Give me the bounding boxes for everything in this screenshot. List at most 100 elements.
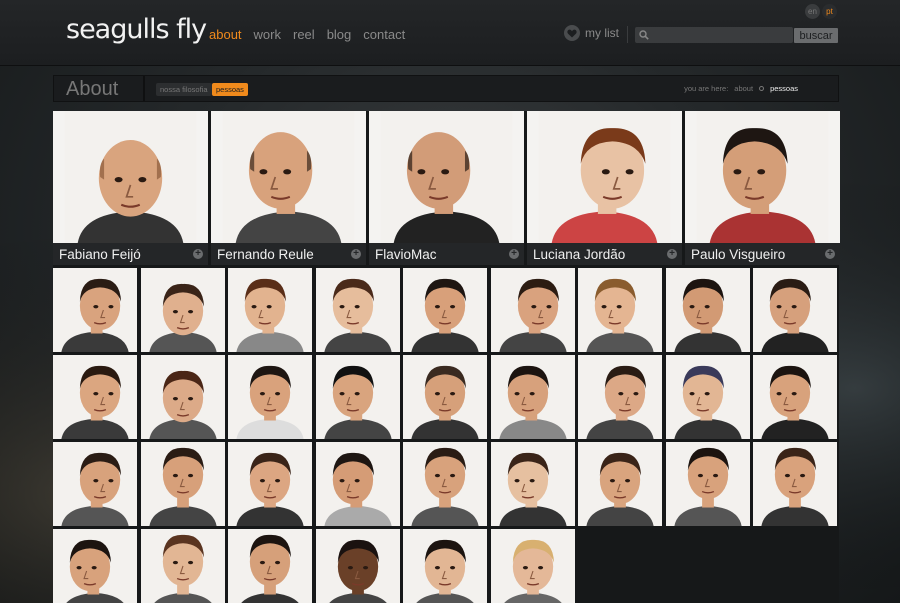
search-input[interactable]: [653, 28, 783, 42]
portrait-photo: [665, 355, 750, 439]
person-thumbnail[interactable]: [228, 355, 312, 439]
person-thumbnail[interactable]: [140, 355, 225, 439]
portrait-photo: [315, 268, 400, 352]
plus-icon[interactable]: +: [509, 249, 519, 259]
subtab-nossa-filosofia[interactable]: nossa filosofia: [156, 83, 212, 96]
featured-person-card[interactable]: Fabiano Feijó +: [53, 111, 208, 265]
person-thumbnail[interactable]: [315, 529, 400, 603]
portrait-photo: [140, 529, 225, 603]
featured-person-card[interactable]: Paulo Visgueiro +: [685, 111, 840, 265]
person-thumbnail[interactable]: [665, 442, 750, 526]
person-thumbnail[interactable]: [403, 355, 487, 439]
search-button[interactable]: buscar: [794, 28, 838, 43]
person-thumbnail[interactable]: [228, 529, 312, 603]
site-header: seagulls fly about work reel blog contac…: [0, 0, 900, 66]
plus-icon[interactable]: +: [351, 249, 361, 259]
person-name: Fabiano Feijó: [59, 246, 141, 262]
person-thumbnail[interactable]: [53, 355, 137, 439]
person-thumbnail[interactable]: [53, 529, 137, 603]
person-thumbnail[interactable]: [578, 355, 662, 439]
featured-person-card[interactable]: FlavioMac +: [369, 111, 524, 265]
portrait-photo: [140, 355, 225, 439]
person-thumbnail[interactable]: [228, 268, 312, 352]
featured-person-photo: [527, 111, 682, 243]
person-thumbnail[interactable]: [140, 268, 225, 352]
portrait-photo: [228, 268, 312, 352]
portrait-photo: [753, 355, 837, 439]
portrait-photo: [490, 529, 575, 603]
nav-item-contact[interactable]: contact: [363, 27, 405, 42]
my-list-link[interactable]: my list: [564, 25, 619, 41]
main-nav: about work reel blog contact: [209, 27, 405, 42]
person-thumbnail[interactable]: [315, 268, 400, 352]
person-thumbnail[interactable]: [140, 529, 225, 603]
featured-person-photo: [685, 111, 840, 243]
person-thumbnail[interactable]: [403, 442, 487, 526]
portrait-photo: [53, 355, 137, 439]
nav-item-work[interactable]: work: [254, 27, 281, 42]
person-thumbnail[interactable]: [490, 268, 575, 352]
portrait-photo: [315, 529, 400, 603]
person-thumbnail[interactable]: [140, 442, 225, 526]
person-name: Fernando Reule: [217, 246, 314, 262]
portrait-photo: [53, 268, 137, 352]
featured-person-photo: [369, 111, 524, 243]
site-logo[interactable]: seagulls fly: [66, 14, 207, 45]
person-thumbnail[interactable]: [490, 355, 575, 439]
nav-item-about[interactable]: about: [209, 27, 242, 42]
search-box: [635, 27, 793, 43]
person-thumbnail[interactable]: [753, 268, 837, 352]
featured-person-card[interactable]: Fernando Reule +: [211, 111, 366, 265]
portrait-photo: [490, 355, 575, 439]
person-thumbnail[interactable]: [578, 442, 662, 526]
portrait-photo: [228, 442, 312, 526]
person-thumbnail[interactable]: [403, 268, 487, 352]
people-grid: Fabiano Feijó + Fernando Reule + FlavioMac + L…: [53, 111, 840, 603]
person-thumbnail[interactable]: [315, 355, 400, 439]
portrait-photo: [696, 111, 829, 243]
person-name: Luciana Jordão: [533, 246, 626, 262]
person-name: FlavioMac: [375, 246, 437, 262]
person-thumbnail[interactable]: [753, 442, 837, 526]
portrait-photo: [578, 268, 662, 352]
language-en-button[interactable]: en: [805, 4, 820, 19]
featured-person-caption: Luciana Jordão +: [527, 243, 682, 265]
breadcrumb: you are here: about pessoas: [684, 84, 798, 93]
person-name: Paulo Visgueiro: [691, 246, 786, 262]
featured-person-caption: Fernando Reule +: [211, 243, 366, 265]
person-thumbnail[interactable]: [315, 442, 400, 526]
portrait-photo: [403, 268, 487, 352]
portrait-photo: [140, 442, 225, 526]
person-thumbnail[interactable]: [753, 355, 837, 439]
portrait-photo: [403, 529, 487, 603]
portrait-photo: [140, 268, 225, 352]
portrait-photo: [315, 355, 400, 439]
portrait-photo: [665, 442, 750, 526]
language-pt-button[interactable]: pt: [822, 4, 837, 19]
person-thumbnail[interactable]: [665, 355, 750, 439]
person-thumbnail[interactable]: [665, 268, 750, 352]
featured-person-card[interactable]: Luciana Jordão +: [527, 111, 682, 265]
featured-person-caption: Paulo Visgueiro +: [685, 243, 840, 265]
nav-item-blog[interactable]: blog: [327, 27, 352, 42]
header-divider: [627, 26, 628, 43]
section-header: About nossa filosofia pessoas you are he…: [53, 75, 839, 102]
person-thumbnail[interactable]: [578, 268, 662, 352]
person-thumbnail[interactable]: [403, 529, 487, 603]
person-thumbnail[interactable]: [53, 268, 137, 352]
plus-icon[interactable]: +: [825, 249, 835, 259]
person-thumbnail[interactable]: [228, 442, 312, 526]
portrait-photo: [753, 442, 837, 526]
nav-item-reel[interactable]: reel: [293, 27, 315, 42]
person-thumbnail[interactable]: [53, 442, 137, 526]
portrait-photo: [228, 355, 312, 439]
breadcrumb-about[interactable]: about: [734, 84, 753, 93]
plus-icon[interactable]: +: [667, 249, 677, 259]
search-icon: [639, 30, 649, 40]
portrait-photo: [53, 529, 137, 603]
plus-icon[interactable]: +: [193, 249, 203, 259]
person-thumbnail[interactable]: [490, 442, 575, 526]
breadcrumb-prefix: you are here:: [684, 84, 729, 93]
subtab-pessoas[interactable]: pessoas: [212, 83, 248, 96]
person-thumbnail[interactable]: [490, 529, 575, 603]
